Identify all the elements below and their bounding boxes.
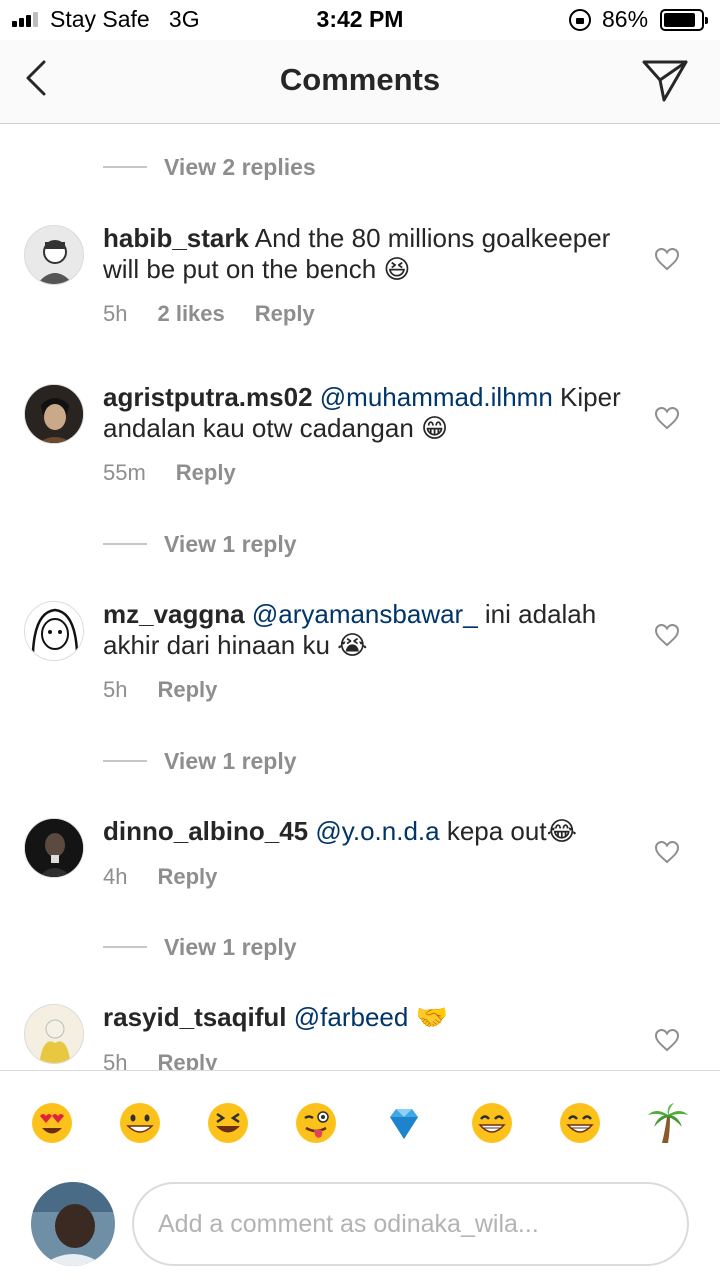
rotation-lock-icon (569, 9, 591, 31)
view-replies-button[interactable]: View 1 reply (103, 524, 297, 564)
quick-emoji-bar (0, 1070, 720, 1170)
comment-mention[interactable]: @muhammad.ilhmn (320, 382, 553, 412)
comment-mention[interactable]: @y.o.n.d.a (315, 816, 439, 846)
like-heart-icon[interactable] (654, 247, 680, 271)
current-user-avatar[interactable] (31, 1182, 115, 1266)
palm-tree-emoji-icon[interactable] (646, 1101, 690, 1145)
gem-emoji-icon[interactable] (382, 1101, 426, 1145)
battery-percentage: 86% (602, 6, 649, 32)
grinning-emoji-icon[interactable] (118, 1101, 162, 1145)
avatar[interactable] (24, 384, 84, 444)
beaming-grin-emoji-icon[interactable] (470, 1101, 514, 1145)
comment-meta: 55m Reply (103, 460, 236, 486)
reply-button[interactable]: Reply (157, 677, 217, 703)
view-replies-button[interactable]: View 2 replies (103, 147, 316, 187)
comment-input[interactable] (132, 1182, 689, 1266)
comment-meta: 5h Reply (103, 677, 217, 703)
comment-username[interactable]: agristputra.ms02 (103, 382, 313, 412)
like-heart-icon[interactable] (654, 623, 680, 647)
reply-button[interactable]: Reply (255, 301, 315, 327)
comment-meta: 5h 2 likes Reply (103, 301, 315, 327)
comment-text: dinno_albino_45 @y.o.n.d.a kepa out😂 (103, 816, 577, 846)
view-replies-button[interactable]: View 1 reply (103, 741, 297, 781)
avatar[interactable] (24, 818, 84, 878)
comment-time: 5h (103, 677, 128, 702)
avatar[interactable] (24, 225, 84, 285)
comment-meta: 4h Reply (103, 864, 217, 890)
battery-icon (660, 9, 708, 31)
comment-mention[interactable]: @aryamansbawar_ (252, 599, 478, 629)
reply-button[interactable]: Reply (157, 1050, 217, 1070)
comment-text: agristputra.ms02 @muhammad.ilhmn Kiper a… (103, 382, 621, 443)
reply-button[interactable]: Reply (157, 864, 217, 890)
avatar[interactable] (24, 1004, 84, 1064)
comment-username[interactable]: rasyid_tsaqiful (103, 1002, 287, 1032)
comment-composer (0, 1170, 720, 1280)
page-title: Comments (279, 62, 441, 97)
beaming-grin-emoji-icon[interactable] (558, 1101, 602, 1145)
status-bar: Stay Safe 3G 3:42 PM 86% (0, 0, 720, 40)
squinting-laugh-emoji-icon[interactable] (206, 1101, 250, 1145)
comment-username[interactable]: habib_stark (103, 223, 249, 253)
comment-meta: 5h Reply (103, 1050, 217, 1070)
direct-message-send-icon[interactable] (640, 54, 690, 104)
comments-list[interactable]: View 2 replies habib_stark And the 80 mi… (0, 125, 720, 1070)
comments-header: Comments (0, 40, 720, 124)
heart-eyes-emoji-icon[interactable] (30, 1101, 74, 1145)
comment-time: 5h (103, 1050, 128, 1070)
like-heart-icon[interactable] (654, 406, 680, 430)
comment-text: habib_stark And the 80 millions goalkeep… (103, 223, 611, 284)
comment-text: rasyid_tsaqiful @farbeed 🤝 (103, 1002, 448, 1032)
comment-time: 55m (103, 460, 146, 485)
comment-mention[interactable]: @farbeed (294, 1002, 409, 1032)
comment-likes-link[interactable]: 2 likes (157, 301, 224, 327)
comment-time: 4h (103, 864, 128, 889)
winking-tongue-emoji-icon[interactable] (294, 1101, 338, 1145)
comment-username[interactable]: mz_vaggna (103, 599, 245, 629)
like-heart-icon[interactable] (654, 840, 680, 864)
comment-time: 5h (103, 301, 128, 326)
comment-username[interactable]: dinno_albino_45 (103, 816, 308, 846)
reply-button[interactable]: Reply (176, 460, 236, 486)
view-replies-button[interactable]: View 1 reply (103, 927, 297, 967)
avatar[interactable] (24, 601, 84, 661)
comment-text: mz_vaggna @aryamansbawar_ ini adalah akh… (103, 599, 597, 660)
like-heart-icon[interactable] (654, 1028, 680, 1052)
